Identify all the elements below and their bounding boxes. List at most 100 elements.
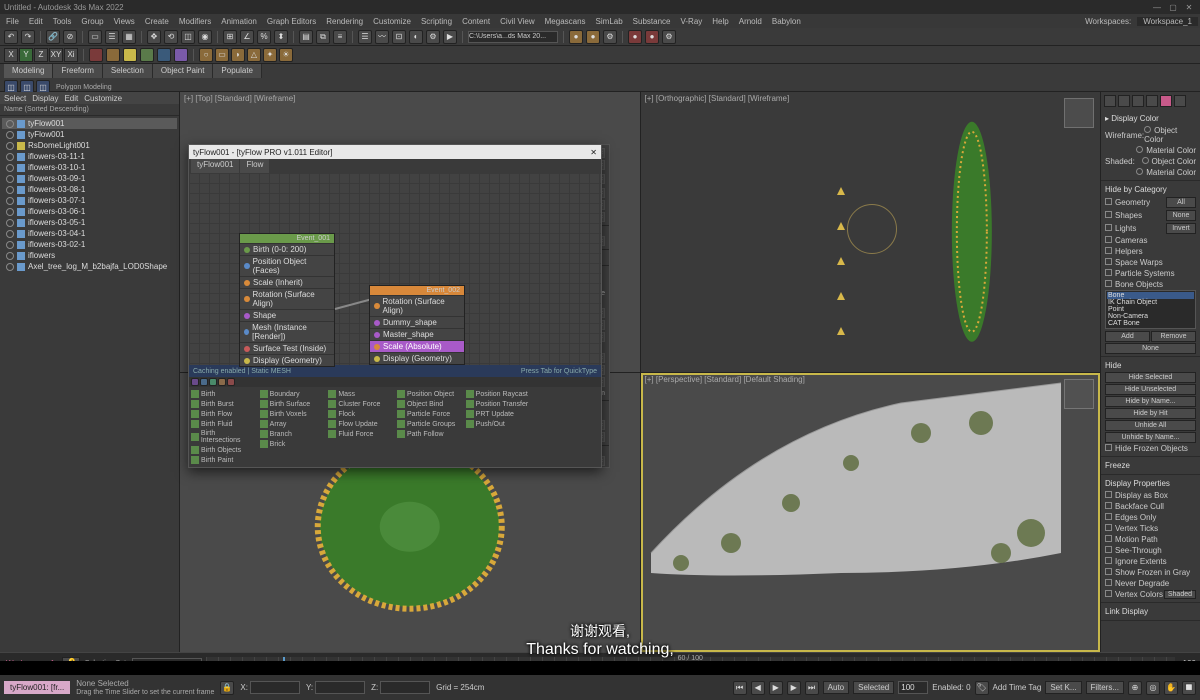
tyflow-tab[interactable]: Flow xyxy=(240,159,269,173)
axis-y[interactable]: Y xyxy=(19,48,33,62)
viewport-nav-icon[interactable]: ⊕ xyxy=(1128,681,1142,695)
move-button[interactable]: ✥ xyxy=(147,30,161,44)
menu-tools[interactable]: Tools xyxy=(49,17,76,26)
rs-settings-button[interactable]: ⚙ xyxy=(662,30,676,44)
vray-light-plane[interactable]: ▭ xyxy=(215,48,229,62)
hide-by-name-button[interactable]: Hide by Name... xyxy=(1105,396,1196,407)
disp-props-hdr[interactable]: Display Properties xyxy=(1105,477,1196,490)
goto-end-button[interactable]: ⏭ xyxy=(805,681,819,695)
ribbon-tab-selection[interactable]: Selection xyxy=(103,64,153,78)
list-item[interactable]: iflowers-03-04-1 xyxy=(2,228,177,239)
visibility-icon[interactable] xyxy=(6,164,14,172)
add-time-tag[interactable]: Add Time Tag xyxy=(993,683,1042,692)
menu-civil-view[interactable]: Civil View xyxy=(496,17,539,26)
angle-snap-button[interactable]: ∠ xyxy=(240,30,254,44)
maxscript-listener[interactable]: tyFlow001: [fr... xyxy=(4,681,70,694)
op-item[interactable]: PRT Update xyxy=(466,409,531,419)
visibility-icon[interactable] xyxy=(6,131,14,139)
viewport-nav-icon[interactable]: ✋ xyxy=(1164,681,1178,695)
op-position-object[interactable]: Position Object (Faces) xyxy=(240,255,334,276)
ribbon-tab-object-paint[interactable]: Object Paint xyxy=(153,64,214,78)
checkbox[interactable] xyxy=(1105,502,1112,509)
visibility-icon[interactable] xyxy=(6,197,14,205)
checkbox[interactable] xyxy=(1105,535,1112,542)
checkbox[interactable] xyxy=(1105,557,1112,564)
menu-animation[interactable]: Animation xyxy=(217,17,261,26)
vray-ipr-button[interactable]: ● xyxy=(586,30,600,44)
goto-start-button[interactable]: ⏮ xyxy=(733,681,747,695)
color-swatch-5[interactable] xyxy=(157,48,171,62)
checkbox[interactable] xyxy=(1105,513,1112,520)
op-filter[interactable] xyxy=(209,378,217,386)
visibility-icon[interactable] xyxy=(6,175,14,183)
radio[interactable] xyxy=(1142,157,1149,164)
window-close[interactable]: ✕ xyxy=(1182,3,1196,12)
op-surface-test[interactable]: Surface Test (Inside) xyxy=(240,342,334,354)
op-dummy-shape[interactable]: Dummy_shape xyxy=(370,316,464,328)
vray-light-mesh[interactable]: △ xyxy=(247,48,261,62)
checkbox[interactable] xyxy=(1105,579,1112,586)
cp-tab-utilities[interactable] xyxy=(1174,95,1186,107)
bone-list[interactable]: Bone IK Chain Object Point Non-Camera CA… xyxy=(1105,290,1196,329)
op-item[interactable]: Mass xyxy=(328,389,393,399)
rs-render-button[interactable]: ● xyxy=(628,30,642,44)
display-color-hdr[interactable]: ▸ Display Color xyxy=(1105,112,1196,125)
lock-icon[interactable]: 🔒 xyxy=(220,681,234,695)
op-item[interactable]: Branch xyxy=(260,429,325,439)
x-input[interactable] xyxy=(250,681,300,694)
op-shape[interactable]: Shape xyxy=(240,309,334,321)
tyflow-titlebar[interactable]: tyFlow001 - [tyFlow PRO v1.011 Editor] ✕ xyxy=(189,145,601,159)
viewport-perspective[interactable]: [+] [Perspective] [Standard] [Default Sh… xyxy=(641,373,1101,653)
undo-button[interactable]: ↶ xyxy=(4,30,18,44)
li[interactable]: Non-Camera xyxy=(1107,313,1194,320)
checkbox[interactable] xyxy=(1105,524,1112,531)
op-mesh[interactable]: Mesh (Instance [Render]) xyxy=(240,321,334,342)
render-setup-button[interactable]: ⚙ xyxy=(426,30,440,44)
op-display[interactable]: Display (Geometry) xyxy=(370,352,464,364)
checkbox[interactable] xyxy=(1105,568,1112,575)
visibility-icon[interactable] xyxy=(6,241,14,249)
hide-selected-button[interactable]: Hide Selected xyxy=(1105,372,1196,383)
snap-button[interactable]: ⊞ xyxy=(223,30,237,44)
viewport-label[interactable]: [+] [Orthographic] [Standard] [Wireframe… xyxy=(645,94,790,103)
cp-tab-modify[interactable] xyxy=(1118,95,1130,107)
add-button[interactable]: Add xyxy=(1105,331,1150,342)
li[interactable]: CAT Bone xyxy=(1107,320,1194,327)
checkbox[interactable] xyxy=(1105,247,1112,254)
scale-button[interactable]: ◫ xyxy=(181,30,195,44)
tyflow-graph[interactable]: Event_001 Birth (0-0: 200) Position Obje… xyxy=(189,173,601,365)
menu-megascans[interactable]: Megascans xyxy=(541,17,590,26)
axis-xi[interactable]: Xi xyxy=(64,48,78,62)
op-item[interactable]: Cluster Force xyxy=(328,399,393,409)
op-item[interactable]: Position Transfer xyxy=(466,399,531,409)
time-tag-icon[interactable]: 🏷 xyxy=(975,681,989,695)
visibility-icon[interactable] xyxy=(6,120,14,128)
op-item[interactable]: Birth Intersections xyxy=(191,429,256,445)
viewport-nav-icon[interactable]: ◎ xyxy=(1146,681,1160,695)
visibility-icon[interactable] xyxy=(6,252,14,260)
vray-render-button[interactable]: ● xyxy=(569,30,583,44)
selected-button[interactable]: Selected xyxy=(853,681,894,694)
menu-substance[interactable]: Substance xyxy=(629,17,675,26)
percent-snap-button[interactable]: % xyxy=(257,30,271,44)
visibility-icon[interactable] xyxy=(6,208,14,216)
checkbox[interactable] xyxy=(1105,258,1112,265)
menu-edit[interactable]: Edit xyxy=(25,17,47,26)
op-item[interactable]: Birth Fluid xyxy=(191,419,256,429)
z-input[interactable] xyxy=(380,681,430,694)
tyflow-tab[interactable]: tyFlow001 xyxy=(191,159,239,173)
spinner-snap-button[interactable]: ⬍ xyxy=(274,30,288,44)
hide-unselected-button[interactable]: Hide Unselected xyxy=(1105,384,1196,395)
viewport-ortho[interactable]: [+] [Orthographic] [Standard] [Wireframe… xyxy=(641,92,1101,372)
op-item[interactable]: Brick xyxy=(260,439,325,449)
select-region-button[interactable]: ▦ xyxy=(122,30,136,44)
op-item[interactable]: Birth xyxy=(191,389,256,399)
curve-editor-button[interactable]: 〰 xyxy=(375,30,389,44)
visibility-icon[interactable] xyxy=(6,153,14,161)
radio[interactable] xyxy=(1136,146,1143,153)
axis-x[interactable]: X xyxy=(4,48,18,62)
menu-graph-editors[interactable]: Graph Editors xyxy=(263,17,320,26)
set-key-button[interactable]: Set K... xyxy=(1045,681,1081,694)
named-sets-button[interactable]: ▤ xyxy=(299,30,313,44)
hide-hdr[interactable]: Hide xyxy=(1105,359,1196,372)
